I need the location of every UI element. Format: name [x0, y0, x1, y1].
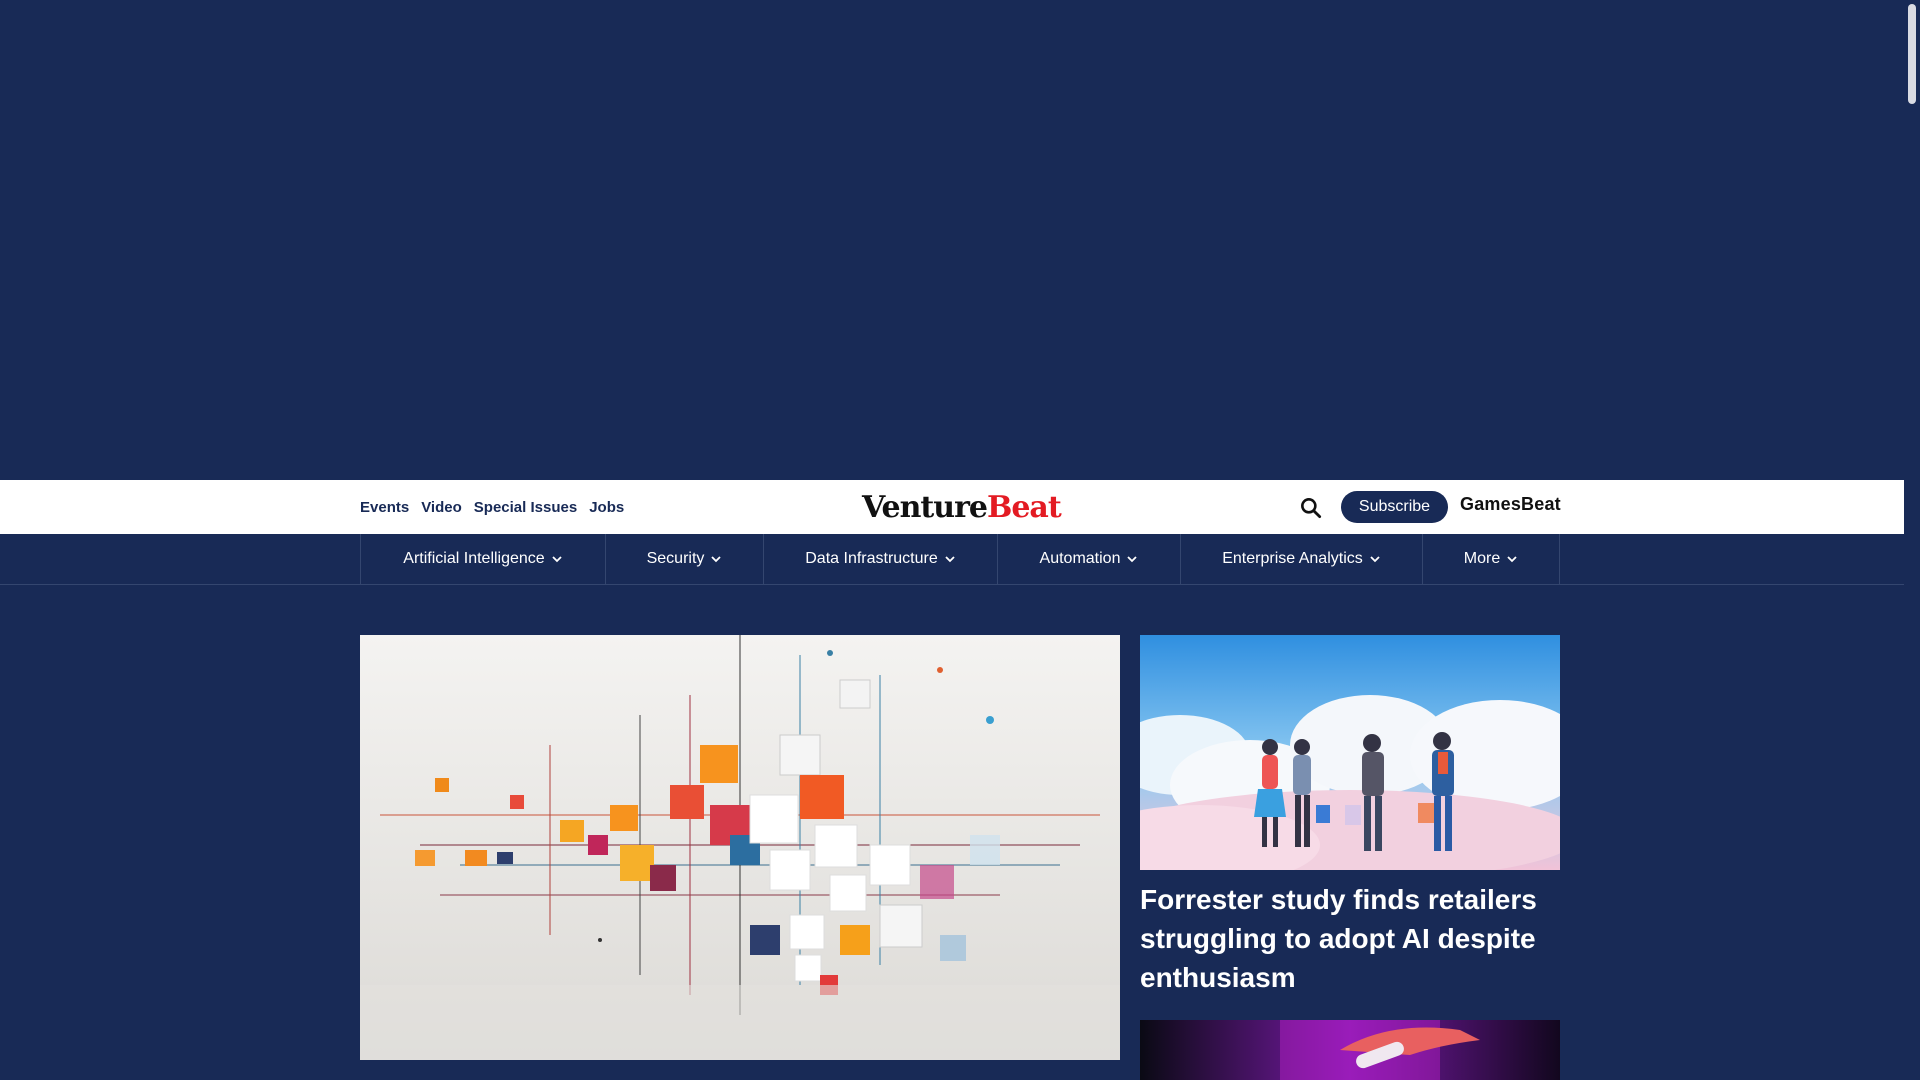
category-nav: Artificial Intelligence Security Data In…: [360, 534, 1561, 584]
logo-text-beat: Beat: [986, 489, 1062, 525]
utility-nav: Events Video Special Issues Jobs: [360, 480, 624, 534]
search-button[interactable]: [1298, 495, 1324, 521]
category-security[interactable]: Security: [606, 534, 764, 584]
category-label: More: [1463, 550, 1501, 567]
hero-article-image[interactable]: [360, 635, 1120, 1060]
chevron-down-icon: [1370, 556, 1380, 563]
gamesbeat-link[interactable]: GamesBeat: [1460, 494, 1561, 515]
nav-link-jobs[interactable]: Jobs: [589, 499, 624, 516]
chevron-down-icon: [1507, 556, 1517, 563]
ad-banner-area: [0, 0, 1904, 480]
neon-hand-illustration: [1140, 1020, 1560, 1080]
venturebeat-logo[interactable]: Venture Beat: [862, 489, 1062, 525]
top-header: Events Video Special Issues Jobs Venture…: [0, 480, 1904, 534]
chevron-down-icon: [1127, 556, 1138, 563]
side-article-headline[interactable]: Forrester study finds retailers struggli…: [1140, 880, 1560, 997]
search-icon: [1301, 498, 1322, 519]
category-artificial-intelligence[interactable]: Artificial Intelligence: [361, 534, 606, 584]
category-label: Enterprise Analytics: [1222, 550, 1363, 567]
shoppers-in-clouds-illustration: [1140, 635, 1560, 870]
abstract-data-cubes-illustration: [360, 635, 1120, 1060]
nav-link-events[interactable]: Events: [360, 499, 409, 516]
subscribe-button[interactable]: Subscribe: [1341, 491, 1448, 523]
scrollbar[interactable]: [1904, 0, 1920, 1080]
category-label: Automation: [1039, 550, 1121, 567]
side-article-image[interactable]: [1140, 635, 1560, 870]
category-nav-divider: [0, 584, 1904, 585]
nav-link-special-issues[interactable]: Special Issues: [474, 499, 577, 516]
category-label: Security: [646, 550, 705, 567]
category-label: Data Infrastructure: [805, 550, 938, 567]
category-automation[interactable]: Automation: [998, 534, 1181, 584]
scrollbar-thumb[interactable]: [1908, 4, 1916, 104]
category-data-infrastructure[interactable]: Data Infrastructure: [764, 534, 998, 584]
category-label: Artificial Intelligence: [403, 550, 545, 567]
logo-text-venture: Venture: [862, 489, 988, 525]
chevron-down-icon: [552, 556, 562, 563]
second-side-article-image[interactable]: [1140, 1020, 1560, 1080]
chevron-down-icon: [711, 556, 722, 563]
chevron-down-icon: [945, 556, 955, 563]
nav-link-video[interactable]: Video: [421, 499, 462, 516]
category-more[interactable]: More: [1423, 534, 1560, 584]
category-enterprise-analytics[interactable]: Enterprise Analytics: [1181, 534, 1423, 584]
